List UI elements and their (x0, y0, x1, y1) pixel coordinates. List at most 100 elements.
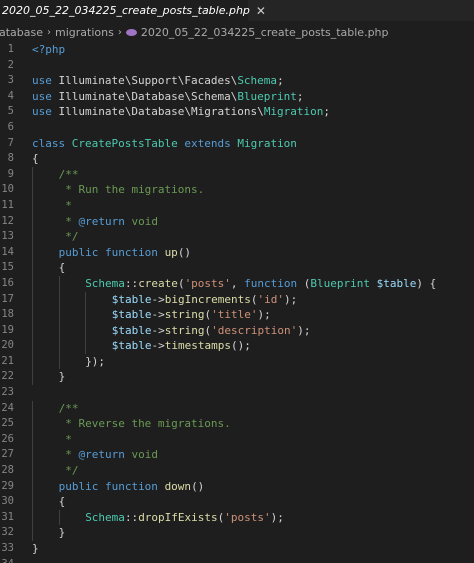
code-token: Migration (237, 136, 297, 150)
indent-guide (32, 260, 33, 276)
code-text: { (59, 494, 66, 510)
line-number: 27 (1, 448, 14, 461)
code-token: } (58, 526, 66, 540)
code-line[interactable]: 29 public function down() (0, 478, 474, 495)
close-icon[interactable]: ✕ (256, 4, 266, 18)
line-number: 22 (1, 370, 14, 383)
code-token: Schema (237, 74, 278, 88)
code-line[interactable]: 14 public function up() (0, 244, 474, 261)
line-number: 9 (7, 167, 14, 180)
line-number: 24 (1, 401, 14, 414)
code-line[interactable]: 5 use Illuminate\Database\Migrations\Migr… (0, 104, 474, 120)
code-text: * (59, 432, 72, 448)
breadcrumb-database[interactable]: database (0, 26, 43, 39)
code-token: use (32, 89, 59, 103)
code-text: */ (59, 463, 78, 479)
code-line[interactable]: 3 use Illuminate\Support\Facades\Schema; (0, 73, 474, 89)
code-line[interactable]: 30 { (0, 494, 474, 510)
indent-guide (58, 275, 60, 292)
indent-guide (85, 307, 87, 323)
code-token: * (58, 448, 79, 462)
code-token: $table (376, 276, 417, 290)
code-line[interactable]: 24 /** (0, 400, 474, 417)
code-token: void (131, 214, 158, 228)
code-text: Schema::create('posts', function (Bluepr… (85, 276, 436, 292)
indent-guide (32, 322, 33, 339)
breadcrumb-migrations[interactable]: migrations (55, 26, 114, 39)
indent-guide (32, 353, 33, 370)
code-line[interactable]: 15 { (0, 260, 474, 276)
code-line[interactable]: 19 $table->string('description'); (0, 322, 474, 339)
line-number: 31 (1, 510, 14, 523)
code-line[interactable]: 32} (0, 525, 474, 541)
code-token: * (58, 214, 79, 228)
line-number: 3 (7, 74, 14, 87)
code-token: 'posts' (184, 276, 231, 290)
code-line[interactable]: 27 * @return void (0, 447, 474, 464)
code-text: * (59, 198, 72, 214)
indent-guide (32, 478, 33, 495)
code-line[interactable]: 11 * (0, 197, 474, 214)
code-text: public function up() (59, 245, 191, 261)
code-line[interactable]: 31 Schema::dropIfExists('posts'); (0, 509, 474, 526)
code-text: * @return void (59, 214, 158, 230)
code-token: * Run the migrations. (58, 183, 205, 197)
code-line[interactable]: 33} (0, 541, 474, 557)
indent-guide (58, 509, 60, 526)
code-editor[interactable]: 1 <?php 2 3 use Illuminate\Support\Facades\S… (0, 42, 474, 563)
code-line[interactable]: 8{ (0, 151, 474, 167)
line-number: 30 (1, 495, 14, 508)
code-text: { (59, 260, 66, 276)
code-line[interactable]: 6 (0, 120, 474, 136)
code-line[interactable]: 16 Schema::create('posts', function (Blue… (0, 275, 474, 292)
code-token: string (164, 323, 205, 337)
code-line[interactable]: 25 * Reverse the migrations. (0, 416, 474, 432)
editor-tab[interactable]: 2020_05_22_034225_create_posts_table.php… (0, 0, 266, 21)
code-token: Schema (85, 510, 125, 524)
tab-bar: 2020_05_22_034225_create_posts_table.php… (0, 0, 474, 22)
indent-guide (32, 400, 33, 417)
code-token: $table (111, 292, 152, 306)
line-number: 25 (1, 417, 14, 430)
code-token: } (58, 370, 66, 384)
indent-guide (32, 338, 33, 354)
code-line[interactable]: 13 */ (0, 229, 474, 245)
code-line[interactable]: 18 $table->string('title'); (0, 307, 474, 323)
code-text: use Illuminate\Support\Facades\Schema; (32, 73, 284, 89)
line-number: 1 (7, 43, 14, 55)
code-line[interactable]: 26 * (0, 431, 474, 448)
code-token: Illuminate\Support\Facades\ (58, 74, 238, 88)
code-line[interactable]: 1 <?php (0, 42, 474, 58)
code-token: ); (284, 292, 298, 306)
code-token: { (58, 495, 66, 509)
code-line[interactable]: 22} (0, 369, 474, 386)
code-text: }); (85, 354, 105, 370)
code-token: * (58, 432, 72, 446)
code-token: ); (297, 323, 311, 337)
code-line[interactable]: 21}); (0, 353, 474, 370)
code-line[interactable]: 7 class CreatePostsTable extends Migratio… (0, 136, 474, 152)
code-text: $table->timestamps(); (112, 338, 251, 354)
code-line[interactable]: 28 */ (0, 463, 474, 479)
code-line[interactable]: 10 * Run the migrations. (0, 182, 474, 198)
code-line[interactable]: 34 (0, 557, 474, 563)
indent-guide (32, 307, 33, 323)
code-line[interactable]: 12 * @return void (0, 213, 474, 230)
breadcrumb-file[interactable]: 2020_05_22_034225_create_posts_table.php (141, 26, 389, 39)
line-number: 15 (1, 261, 14, 274)
indent-guide (32, 431, 33, 448)
code-line[interactable]: 9 /** (0, 166, 474, 183)
code-token: ; (296, 89, 304, 103)
line-number: 10 (1, 183, 14, 196)
line-number: 16 (1, 276, 14, 289)
code-line[interactable]: 4 use Illuminate\Database\Schema\Blueprin… (0, 89, 474, 105)
line-number: 11 (1, 198, 14, 211)
code-text: $table->string('description'); (112, 323, 311, 339)
code-line[interactable]: 23 (0, 385, 474, 401)
code-line[interactable]: 2 (0, 58, 474, 74)
indent-guide (32, 166, 33, 183)
code-line[interactable]: 17 $table->bigIncrements('id'); (0, 291, 474, 308)
code-token: -> (151, 308, 165, 322)
code-line[interactable]: 20 $table->timestamps(); (0, 338, 474, 354)
code-token: extends (184, 136, 238, 150)
